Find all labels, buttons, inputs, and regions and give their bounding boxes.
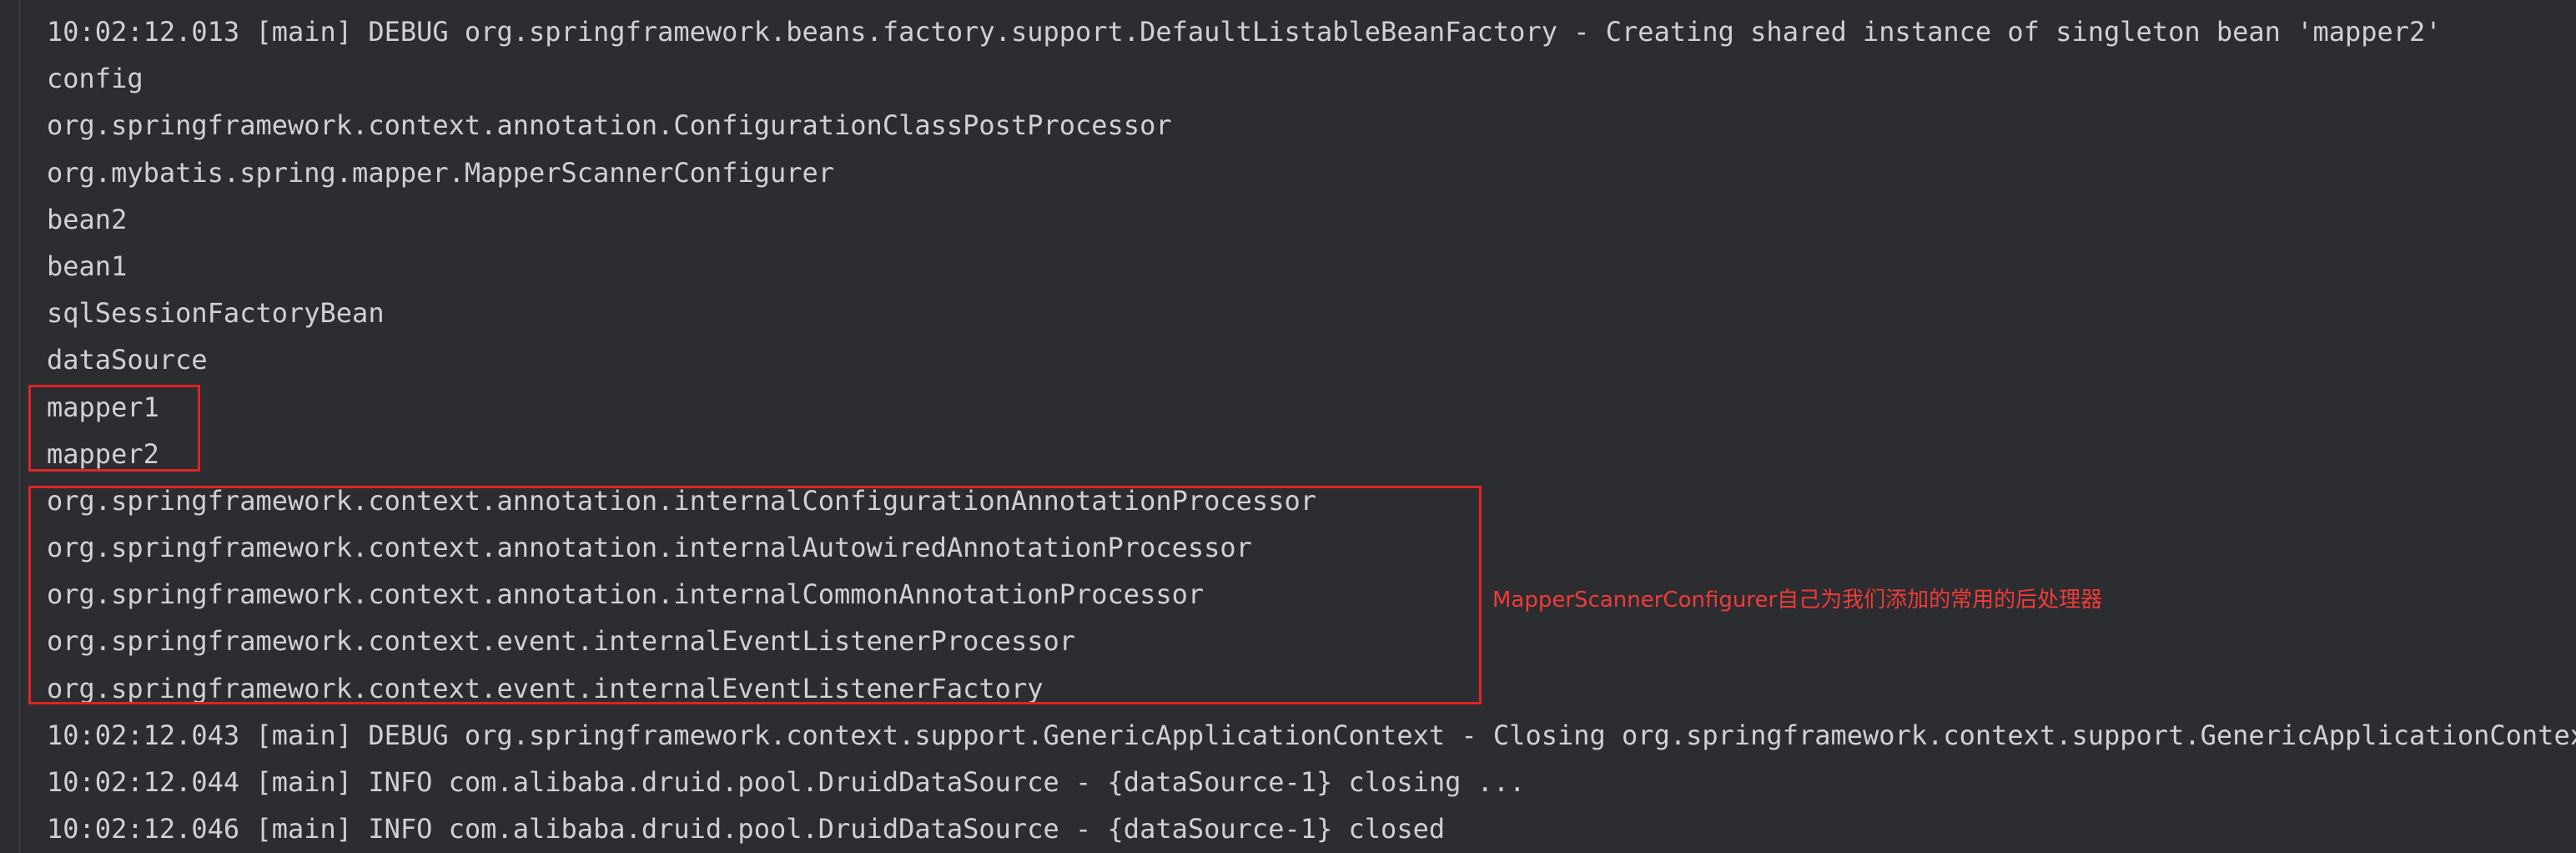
gutter-divider xyxy=(18,0,20,853)
log-line: 10:02:12.044 [main] INFO com.alibaba.dru… xyxy=(47,766,1526,798)
log-line: config xyxy=(47,63,143,95)
post-processors-highlight-box xyxy=(28,486,1482,704)
log-line: dataSource xyxy=(47,344,208,376)
console-output: 10:02:12.013 [main] DEBUG org.springfram… xyxy=(0,0,2576,853)
log-line: org.mybatis.spring.mapper.MapperScannerC… xyxy=(47,156,835,189)
annotation-text: MapperScannerConfigurer自己为我们添加的常用的后处理器 xyxy=(1492,588,2103,613)
mappers-highlight-box xyxy=(28,385,200,472)
log-line: 10:02:12.043 [main] DEBUG org.springfram… xyxy=(47,719,2576,751)
log-line: org.springframework.context.annotation.C… xyxy=(47,109,1172,142)
log-line: mapper2 xyxy=(47,437,159,470)
log-line: mapper1 xyxy=(47,391,159,423)
log-line: bean1 xyxy=(47,250,128,282)
log-line: bean2 xyxy=(47,203,128,235)
log-line: 10:02:12.013 [main] DEBUG org.springfram… xyxy=(47,16,2442,48)
log-lines: 10:02:12.013 [main] DEBUG org.springfram… xyxy=(47,8,2576,852)
log-line: sqlSessionFactoryBean xyxy=(47,297,385,330)
log-line: 10:02:12.046 [main] INFO com.alibaba.dru… xyxy=(47,813,1446,845)
